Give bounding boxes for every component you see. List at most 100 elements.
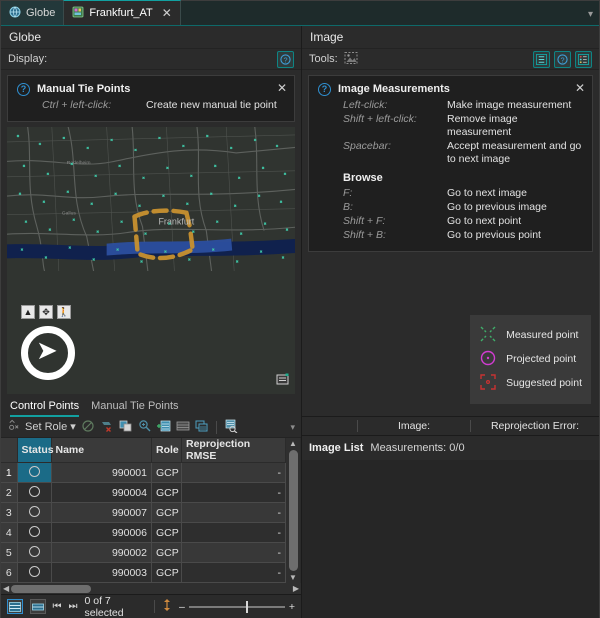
question-circle-icon[interactable]: ? — [554, 50, 571, 68]
legend-item: Measured point — [479, 325, 582, 346]
display-label: Display: — [8, 53, 48, 65]
zoom-to-icon[interactable] — [138, 419, 152, 436]
zoom-in-button[interactable]: + — [289, 601, 295, 613]
legend-item: Projected point — [479, 349, 582, 370]
map-place-label: Frankfurt — [158, 217, 194, 227]
name-cell: 990001 — [51, 462, 152, 483]
status-cell[interactable] — [17, 522, 52, 543]
legend-label: Suggested point — [506, 377, 582, 389]
circle-icon — [28, 485, 40, 497]
status-separator — [154, 600, 156, 613]
first-record-icon[interactable]: ⏮ — [53, 601, 62, 612]
image-info-label: Image: — [397, 419, 431, 432]
table-row[interactable]: 4 990006 GCP - — [1, 522, 286, 543]
hint-rows: Left-click: Make image measurement Shift… — [318, 99, 583, 242]
image-measure-icon[interactable] — [344, 51, 358, 68]
table-row[interactable]: 6 990003 GCP - — [1, 562, 286, 583]
name-cell: 990006 — [51, 522, 152, 543]
image-list-area[interactable] — [302, 459, 599, 618]
legend-item: Suggested point — [479, 373, 582, 394]
svg-text:?: ? — [283, 55, 287, 64]
hint-value: Go to previous image — [447, 201, 547, 213]
column-name[interactable]: Name — [51, 438, 152, 463]
hint-value: Go to previous point — [447, 229, 541, 241]
table-row[interactable]: 2 990004 GCP - — [1, 482, 286, 503]
control-points-table-wrap: Status Name Role Reprojection RMSE 1 990… — [1, 438, 301, 583]
project-icon — [72, 6, 84, 21]
set-role-icon — [7, 419, 20, 435]
zoom-out-button[interactable]: – — [179, 601, 185, 613]
status-cell[interactable] — [17, 462, 52, 483]
column-reprojection-rmse[interactable]: Reprojection RMSE — [181, 438, 286, 463]
set-role-button[interactable]: Set Role ▾ — [25, 421, 76, 433]
close-icon[interactable]: ✕ — [277, 81, 287, 95]
hint-key: Shift + B: — [343, 229, 386, 241]
globe-map-view[interactable]: Frankfurt Gallus Rodelheim ▲ ✥ 🚶 ➤ — [7, 127, 295, 394]
hint-value: Make image measurement — [447, 99, 572, 111]
hint-row: F: Go to next image — [343, 187, 583, 200]
close-icon[interactable]: ✕ — [575, 81, 585, 95]
list-detail-icon[interactable] — [533, 50, 550, 68]
table-row[interactable]: 3 990007 GCP - — [1, 502, 286, 523]
walk-icon[interactable]: 🚶 — [57, 305, 71, 319]
compass-needle-icon[interactable]: ➤ — [21, 326, 75, 380]
role-cell: GCP — [151, 522, 182, 543]
chevron-down-icon[interactable]: ▾ — [290, 422, 295, 433]
home-icon[interactable]: ▲ — [21, 305, 35, 319]
table-view-icon[interactable] — [7, 599, 23, 614]
row-number: 6 — [1, 562, 18, 583]
question-circle-icon: ? — [17, 83, 30, 96]
column-status[interactable]: Status — [17, 438, 54, 463]
disable-icon[interactable] — [81, 419, 95, 436]
tab-frankfurt-at[interactable]: Frankfurt_AT ✕ — [63, 0, 181, 25]
layers-icon[interactable] — [276, 373, 290, 389]
tab-globe[interactable]: Globe — [1, 1, 64, 25]
rmse-cell: - — [181, 502, 286, 523]
pan-icon[interactable]: ✥ — [39, 305, 53, 319]
tab-manual-tie-points[interactable]: Manual Tie Points — [91, 400, 178, 417]
table-body: 1 990001 GCP - 2 990004 GCP - 3 990007 G… — [1, 462, 286, 583]
slider-track[interactable] — [188, 600, 285, 613]
find-icon[interactable] — [224, 419, 238, 436]
question-circle-icon[interactable]: ? — [277, 50, 294, 68]
scroll-left-icon[interactable]: ◀ — [3, 584, 9, 593]
table-row[interactable]: 1 990001 GCP - — [1, 462, 286, 483]
status-cell[interactable] — [17, 542, 52, 563]
hint-key: Left-click: — [343, 99, 388, 111]
next-record-icon[interactable]: ⏭ — [69, 601, 78, 612]
scrollbar-thumb[interactable] — [288, 450, 298, 571]
control-points-toolbar: Set Role ▾ ▾ — [1, 417, 301, 438]
table-icon[interactable] — [176, 419, 190, 436]
slider-thumb[interactable] — [246, 600, 249, 613]
hint-value: Create new manual tie point — [146, 99, 277, 111]
table-row[interactable]: 5 990002 GCP - — [1, 542, 286, 563]
scroll-right-icon[interactable]: ▶ — [293, 584, 299, 593]
status-cell[interactable] — [17, 482, 52, 503]
close-icon[interactable]: ✕ — [162, 7, 172, 19]
table-horizontal-scrollbar[interactable]: ◀ ▶ — [1, 583, 301, 594]
status-cell[interactable] — [17, 562, 52, 583]
globe-panel-title: Globe — [1, 26, 301, 48]
list-bullet-icon[interactable] — [575, 50, 592, 68]
chevron-down-icon[interactable]: ▾ — [588, 9, 593, 20]
info-spacer — [302, 417, 357, 435]
status-cell[interactable] — [17, 502, 52, 523]
sort-arrows-icon[interactable] — [162, 598, 172, 615]
ortho-mapping-window: Globe Frankfurt_AT ✕ ▾ Globe Display: ? — [0, 0, 600, 618]
hint-value: Go to next point — [447, 215, 522, 227]
table-vertical-scrollbar[interactable]: ▲ ▼ — [286, 438, 300, 583]
zoom-slider[interactable]: – + — [179, 600, 295, 613]
duplicate-icon[interactable] — [195, 419, 209, 436]
scroll-up-icon[interactable]: ▲ — [289, 439, 297, 448]
list-view-icon[interactable] — [29, 599, 46, 614]
scrollbar-thumb[interactable] — [11, 584, 92, 593]
add-row-icon[interactable] — [156, 419, 171, 436]
copy-icon[interactable] — [119, 419, 133, 436]
delete-point-icon[interactable] — [100, 419, 114, 436]
image-canvas[interactable]: Measured point Projected point Suggested… — [302, 257, 599, 416]
measured-point-icon — [479, 325, 497, 346]
tab-control-points[interactable]: Control Points — [10, 400, 80, 417]
scroll-down-icon[interactable]: ▼ — [289, 573, 297, 582]
column-role[interactable]: Role — [151, 438, 182, 463]
circle-icon — [28, 565, 40, 577]
